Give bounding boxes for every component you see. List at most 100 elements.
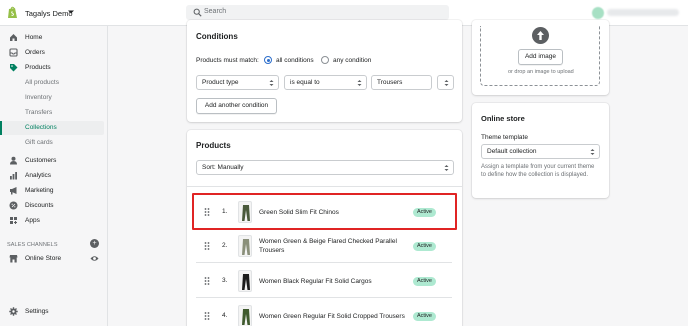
sort-value: Manually: [217, 164, 244, 171]
sidebar-item-products[interactable]: Products: [0, 61, 108, 75]
chevron-down-icon[interactable]: [68, 9, 74, 15]
sidebar-item-label: All products: [25, 79, 59, 86]
sidebar-item-label: Customers: [25, 157, 57, 164]
sort-select[interactable]: Sort: Manually: [196, 160, 454, 175]
product-thumbnail[interactable]: [238, 235, 252, 257]
status-badge: Active: [413, 242, 436, 251]
status-badge: Active: [413, 277, 436, 286]
add-image-button[interactable]: Add image: [518, 49, 563, 65]
drag-handle-icon[interactable]: [204, 277, 210, 285]
trousers-image: [242, 309, 250, 325]
row-number: 2.: [222, 242, 228, 249]
bar-chart-icon: [10, 172, 17, 180]
store-name[interactable]: Tagalys Demo: [25, 9, 73, 18]
condition-field-value: Product type: [202, 79, 239, 86]
any-condition-radio[interactable]: [321, 56, 329, 64]
upload-arrow-icon: [532, 27, 549, 44]
sidebar-item-settings[interactable]: Settings: [0, 305, 108, 319]
product-thumbnail[interactable]: [238, 305, 252, 326]
sidebar-item-label: Transfers: [25, 109, 53, 116]
home-icon: [10, 34, 17, 41]
product-row[interactable]: 4. Women Green Regular Fit Solid Cropped…: [196, 299, 452, 326]
sidebar-item-customers[interactable]: Customers: [0, 154, 108, 168]
sidebar-item-label: Discounts: [25, 202, 54, 209]
drop-hint: or drop an image to upload: [508, 69, 574, 75]
add-condition-button[interactable]: Add another condition: [196, 98, 277, 114]
status-badge: Active: [413, 312, 436, 321]
sidebar-item-home[interactable]: Home: [0, 31, 108, 45]
condition-field-select[interactable]: Product type: [196, 75, 279, 90]
selected-indicator: [0, 121, 2, 135]
highlight-box: [192, 193, 457, 230]
product-thumbnail[interactable]: [238, 270, 252, 292]
sidebar-item-gift-cards[interactable]: Gift cards: [0, 136, 108, 150]
condition-operator-value: is equal to: [290, 79, 320, 86]
template-help-text: Assign a template from your current them…: [481, 164, 595, 178]
any-condition-label[interactable]: any condition: [333, 57, 371, 64]
account-name-blurred[interactable]: [607, 9, 679, 16]
add-sales-channel-button[interactable]: +: [90, 239, 99, 248]
select-caret-icon: [357, 80, 362, 86]
condition-value-input[interactable]: Trousers: [371, 75, 432, 90]
search-input[interactable]: Search: [186, 5, 449, 20]
sort-select-text: Sort: Manually: [202, 164, 244, 171]
sort-prefix: Sort:: [202, 164, 216, 171]
sidebar-item-label: Settings: [25, 308, 49, 315]
row-number: 3.: [222, 277, 228, 284]
sidebar-item-orders[interactable]: Orders: [0, 46, 108, 60]
gear-icon: [9, 307, 18, 316]
discount-icon: [9, 201, 18, 210]
product-name[interactable]: Women Green Regular Fit Solid Cropped Tr…: [259, 312, 409, 321]
search-placeholder: Search: [204, 8, 227, 15]
sidebar-item-analytics[interactable]: Analytics: [0, 169, 108, 183]
all-conditions-label[interactable]: all conditions: [276, 57, 314, 64]
select-caret-icon: [590, 149, 595, 155]
tag-icon: [10, 64, 18, 72]
sidebar-item-label: Apps: [25, 217, 40, 224]
condition-value-text: Trousers: [377, 79, 403, 86]
theme-template-value: Default collection: [487, 148, 537, 155]
sidebar-item-discounts[interactable]: Discounts: [0, 199, 108, 213]
sidebar-item-inventory[interactable]: Inventory: [0, 91, 108, 105]
sidebar-item-all-products[interactable]: All products: [0, 76, 108, 90]
row-number: 4.: [222, 312, 228, 319]
theme-template-label: Theme template: [481, 134, 528, 141]
sidebar-item-label: Online Store: [25, 255, 62, 262]
apps-icon: [10, 217, 17, 224]
sales-channels-heading: SALES CHANNELS: [7, 242, 58, 248]
sidebar-item-label: Products: [25, 64, 51, 71]
sidebar-item-label: Orders: [25, 49, 45, 56]
avatar[interactable]: [592, 7, 604, 19]
shopify-logo-icon[interactable]: [7, 6, 18, 19]
all-conditions-radio[interactable]: [264, 56, 272, 64]
trousers-image: [242, 239, 250, 255]
sidebar-item-collections[interactable]: Collections: [0, 121, 104, 135]
sidebar-item-label: Collections: [25, 124, 57, 131]
sidebar-item-label: Gift cards: [25, 139, 53, 146]
conditions-title: Conditions: [196, 32, 238, 41]
product-row[interactable]: 3. Women Black Regular Fit Solid Cargos …: [196, 264, 452, 298]
store-icon: [9, 255, 18, 263]
theme-template-select[interactable]: Default collection: [481, 144, 600, 159]
condition-remove-select[interactable]: [437, 75, 454, 90]
eye-icon[interactable]: [90, 254, 99, 263]
product-name[interactable]: Women Black Regular Fit Solid Cargos: [259, 277, 409, 286]
drag-handle-icon[interactable]: [204, 242, 210, 250]
sidebar-item-transfers[interactable]: Transfers: [0, 106, 108, 120]
drag-handle-icon[interactable]: [204, 312, 210, 320]
sidebar-item-label: Home: [25, 34, 43, 41]
sidebar-item-apps[interactable]: Apps: [0, 214, 108, 228]
select-caret-icon: [444, 165, 449, 171]
trousers-image: [242, 274, 250, 290]
sidebar: Home Orders Products All products Invent…: [0, 26, 108, 326]
select-caret-icon: [444, 80, 449, 86]
search-icon: [193, 8, 202, 17]
online-store-title: Online store: [481, 114, 525, 123]
sidebar-item-marketing[interactable]: Marketing: [0, 184, 108, 198]
product-row[interactable]: 2. Women Green & Beige Flared Checked Pa…: [196, 229, 452, 263]
sidebar-item-label: Marketing: [25, 187, 54, 194]
sidebar-item-label: Inventory: [25, 94, 52, 101]
condition-operator-select[interactable]: is equal to: [284, 75, 367, 90]
product-name[interactable]: Women Green & Beige Flared Checked Paral…: [259, 237, 409, 255]
person-icon: [10, 156, 17, 165]
